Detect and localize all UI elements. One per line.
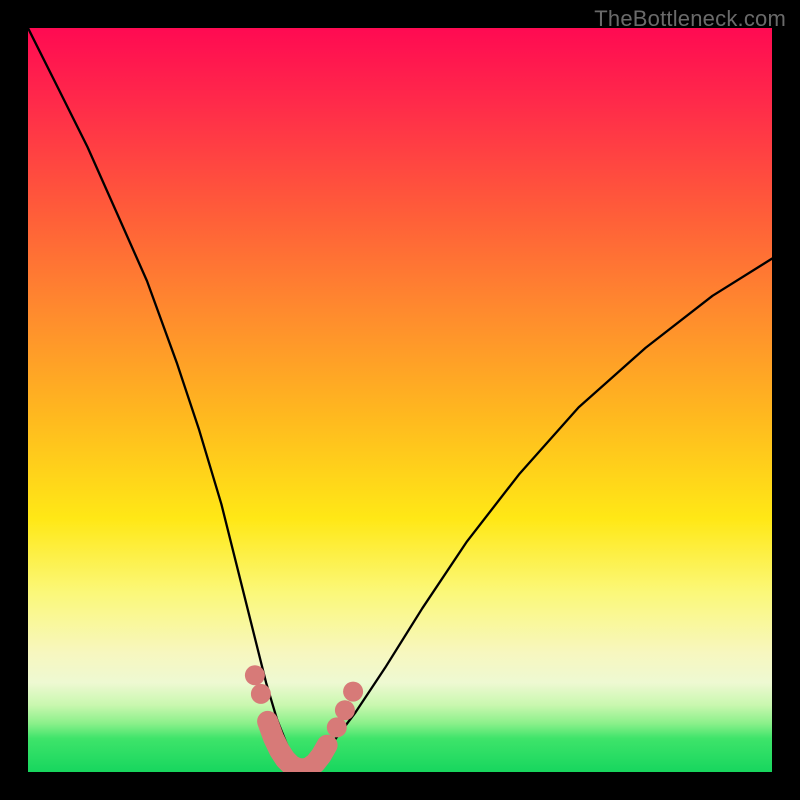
right-curve <box>303 259 772 770</box>
valley-marker <box>327 717 347 737</box>
valley-marker <box>245 665 265 685</box>
valley-dense-band <box>268 721 328 769</box>
plot-area <box>28 28 772 772</box>
valley-marker <box>251 684 271 704</box>
outer-frame: TheBottleneck.com <box>0 0 800 800</box>
valley-marker <box>343 682 363 702</box>
valley-marker <box>335 700 355 720</box>
left-curve <box>28 28 303 770</box>
curve-layer <box>28 28 772 772</box>
